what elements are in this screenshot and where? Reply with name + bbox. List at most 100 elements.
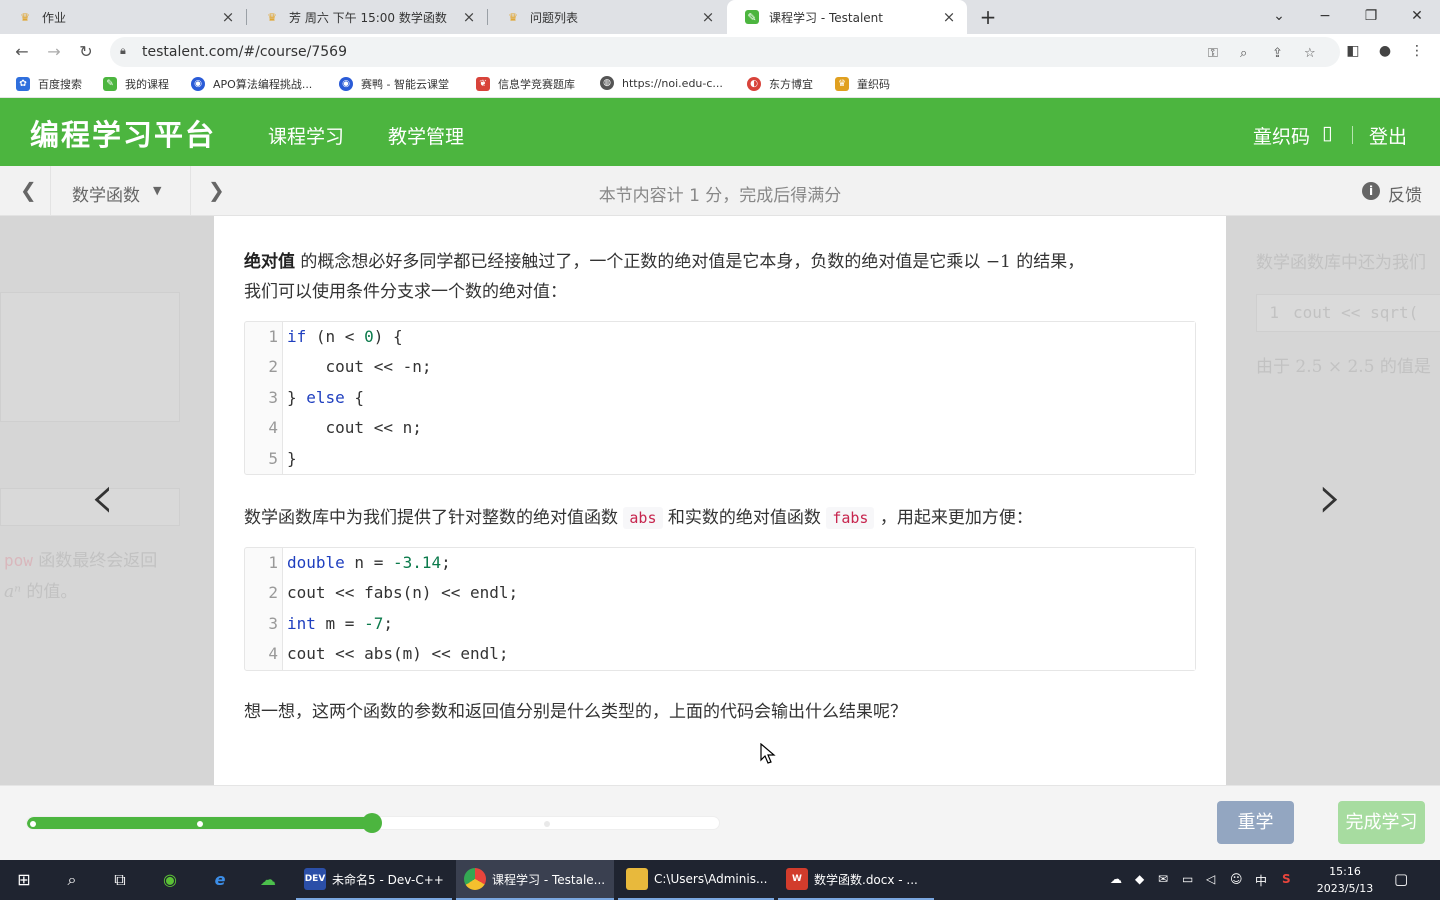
onedrive-icon[interactable]: ☁	[1110, 872, 1122, 886]
code-line: 1 if (n < 0) {	[245, 322, 1195, 353]
side-panel-icon[interactable]: ◧	[1342, 40, 1364, 62]
bookmark-saiya[interactable]: ◉ 赛鸭 - 智能云课堂	[339, 76, 449, 92]
bookmark-star-icon[interactable]: ☆	[1304, 46, 1316, 61]
globe-icon: ◉	[191, 77, 205, 91]
browser-tab-homework[interactable]: ♛ 作业 ×	[0, 0, 246, 34]
taskbar-app-word[interactable]: W 数学函数.docx - ...	[778, 860, 934, 900]
tray-app-icon[interactable]: ☺	[1230, 872, 1243, 886]
progress-step-dot[interactable]	[197, 821, 203, 827]
code-text: if (n < 0) {	[283, 322, 1195, 353]
leaf-icon: ❦	[476, 77, 490, 91]
chrome-icon	[464, 868, 486, 890]
tab-close-icon[interactable]: ×	[461, 8, 477, 26]
bookmark-tongzhima[interactable]: ♛ 童织码	[835, 76, 890, 92]
notification-icon[interactable]: ▢	[1394, 870, 1408, 888]
sogou-icon[interactable]: S	[1282, 872, 1291, 886]
taskbar-app-chrome[interactable]: 课程学习 - Testale...	[456, 860, 614, 900]
menu-kebab-icon[interactable]: ⋮	[1406, 40, 1428, 62]
volume-icon[interactable]: ◁	[1206, 872, 1215, 886]
code-text: cout << abs(m) << endl;	[283, 639, 1195, 670]
line-number: 2	[245, 352, 283, 383]
mouse-cursor-icon	[760, 743, 776, 764]
browser-360-icon[interactable]: ◉	[158, 868, 182, 892]
nav-teaching-management[interactable]: 教学管理	[388, 122, 464, 149]
bookmark-my-courses[interactable]: ✎ 我的课程	[103, 76, 169, 92]
ime-indicator[interactable]: 中	[1255, 872, 1267, 889]
bookmark-label: APO算法编程挑战...	[213, 78, 313, 91]
profile-avatar-icon[interactable]: ●	[1374, 40, 1396, 62]
bookmark-label: 赛鸭 - 智能云课堂	[361, 78, 449, 91]
code-line: 2 cout << fabs(n) << endl;	[245, 578, 1195, 609]
math-minus-one: −1	[985, 252, 1011, 272]
new-tab-button[interactable]: +	[976, 5, 1000, 29]
paragraph-abs-functions: 数学函数库中为我们提供了针对整数的绝对值函数 abs 和实数的绝对值函数 fab…	[244, 507, 1033, 529]
url-text: testalent.com/#/course/7569	[142, 44, 347, 60]
logout-link[interactable]: 登出	[1369, 122, 1407, 149]
bookmark-label: 东方博宜	[769, 78, 813, 91]
task-view-icon[interactable]: ⧉	[108, 868, 132, 892]
zoom-icon[interactable]: ⌕	[1240, 46, 1247, 61]
progress-step-dot[interactable]	[30, 821, 36, 827]
restore-icon[interactable]: ❐	[1358, 4, 1384, 28]
progress-knob[interactable]	[362, 813, 382, 833]
wechat-icon[interactable]: ☁	[256, 868, 280, 892]
feedback-link[interactable]: 反馈	[1388, 181, 1422, 206]
ghost-text: pow 函数最终会返回	[4, 551, 158, 571]
url-bar[interactable]: 🔒︎ testalent.com/#/course/7569 ⚿ ⌕ ⇪ ☆	[110, 37, 1340, 67]
address-toolbar: ← → ↻ 🔒︎ testalent.com/#/course/7569 ⚿ ⌕…	[0, 34, 1440, 70]
ghost-text: aⁿ 的值。	[4, 582, 78, 602]
share-icon[interactable]: ⇪	[1272, 46, 1283, 61]
browser-tab-class[interactable]: ♛ 芳 周六 下午 15:00 数学函数 ×	[247, 0, 487, 34]
ghost-code-block	[0, 292, 180, 422]
code-line: 4 cout << n;	[245, 413, 1195, 444]
line-number: 2	[245, 578, 283, 609]
bookmark-baidu[interactable]: ✿ 百度搜索	[16, 76, 82, 92]
tab-favicon-icon: ♛	[267, 10, 277, 24]
code-line: 1 double n = -3.14;	[245, 548, 1195, 579]
bookmark-oi-bank[interactable]: ❦ 信息学竞赛题库	[476, 76, 575, 92]
forward-arrow-icon[interactable]: →	[42, 40, 66, 64]
ie-icon[interactable]: e	[208, 868, 232, 892]
line-number: 5	[245, 443, 283, 474]
info-icon[interactable]: i	[1362, 182, 1380, 200]
bookmark-dongfang[interactable]: ◐ 东方博宜	[747, 76, 813, 92]
back-arrow-icon[interactable]: ←	[10, 40, 34, 64]
finish-learning-button[interactable]: 完成学习	[1338, 801, 1425, 844]
bookmark-label: 百度搜索	[38, 78, 82, 91]
relearn-button[interactable]: 重学	[1217, 801, 1294, 844]
tab-label: 作业	[42, 10, 67, 25]
key-icon[interactable]: ⚿	[1208, 46, 1218, 61]
progress-step-dot[interactable]	[544, 821, 550, 827]
bookmark-apo[interactable]: ◉ APO算法编程挑战...	[191, 76, 312, 92]
taskbar-app-explorer[interactable]: C:\Users\Adminis...	[618, 860, 774, 900]
system-clock[interactable]: 15:16 2023/5/13	[1310, 863, 1380, 897]
minimize-icon[interactable]: −	[1312, 4, 1338, 28]
tab-close-icon[interactable]: ×	[220, 8, 236, 26]
site-logo[interactable]: 编程学习平台	[30, 112, 216, 154]
next-slide-arrow-icon[interactable]: ›	[1318, 466, 1343, 528]
user-icon[interactable]: ▯	[1322, 122, 1332, 144]
bookmark-label: 童织码	[857, 78, 890, 91]
browser-tab-course[interactable]: ✎ 课程学习 - Testalent ×	[727, 0, 967, 34]
tab-close-icon[interactable]: ×	[700, 8, 716, 26]
inline-code-fabs: fabs	[826, 507, 875, 529]
close-window-icon[interactable]: ✕	[1404, 4, 1430, 28]
app-tray-icon[interactable]: ◆	[1135, 872, 1144, 886]
paragraph-abs-intro: 绝对值 的概念想必好多同学都已经接触过了，一个正数的绝对值是它本身，负数的绝对值…	[244, 252, 1085, 302]
windows-start-icon[interactable]: ⊞	[12, 868, 36, 892]
search-icon[interactable]: ⌕	[60, 868, 84, 892]
network-icon[interactable]: ▭	[1182, 872, 1193, 886]
tab-favicon-icon: ♛	[508, 10, 518, 24]
prev-slide-arrow-icon[interactable]: ‹	[90, 466, 115, 528]
wechat-tray-icon[interactable]: ✉	[1158, 872, 1168, 886]
tab-close-icon[interactable]: ×	[941, 8, 957, 26]
logo-icon: ◐	[747, 77, 761, 91]
browser-tab-problems[interactable]: ♛ 问题列表 ×	[488, 0, 726, 34]
clock-time: 15:16	[1329, 865, 1361, 878]
user-name[interactable]: 童织码	[1253, 122, 1310, 149]
nav-course-learning[interactable]: 课程学习	[268, 122, 344, 149]
tab-search-icon[interactable]: ⌄	[1266, 4, 1292, 28]
reload-icon[interactable]: ↻	[74, 40, 98, 64]
bookmark-noi[interactable]: ◍ https://noi.edu-c...	[600, 76, 723, 90]
taskbar-app-devcpp[interactable]: DEV 未命名5 - Dev-C++	[296, 860, 452, 900]
